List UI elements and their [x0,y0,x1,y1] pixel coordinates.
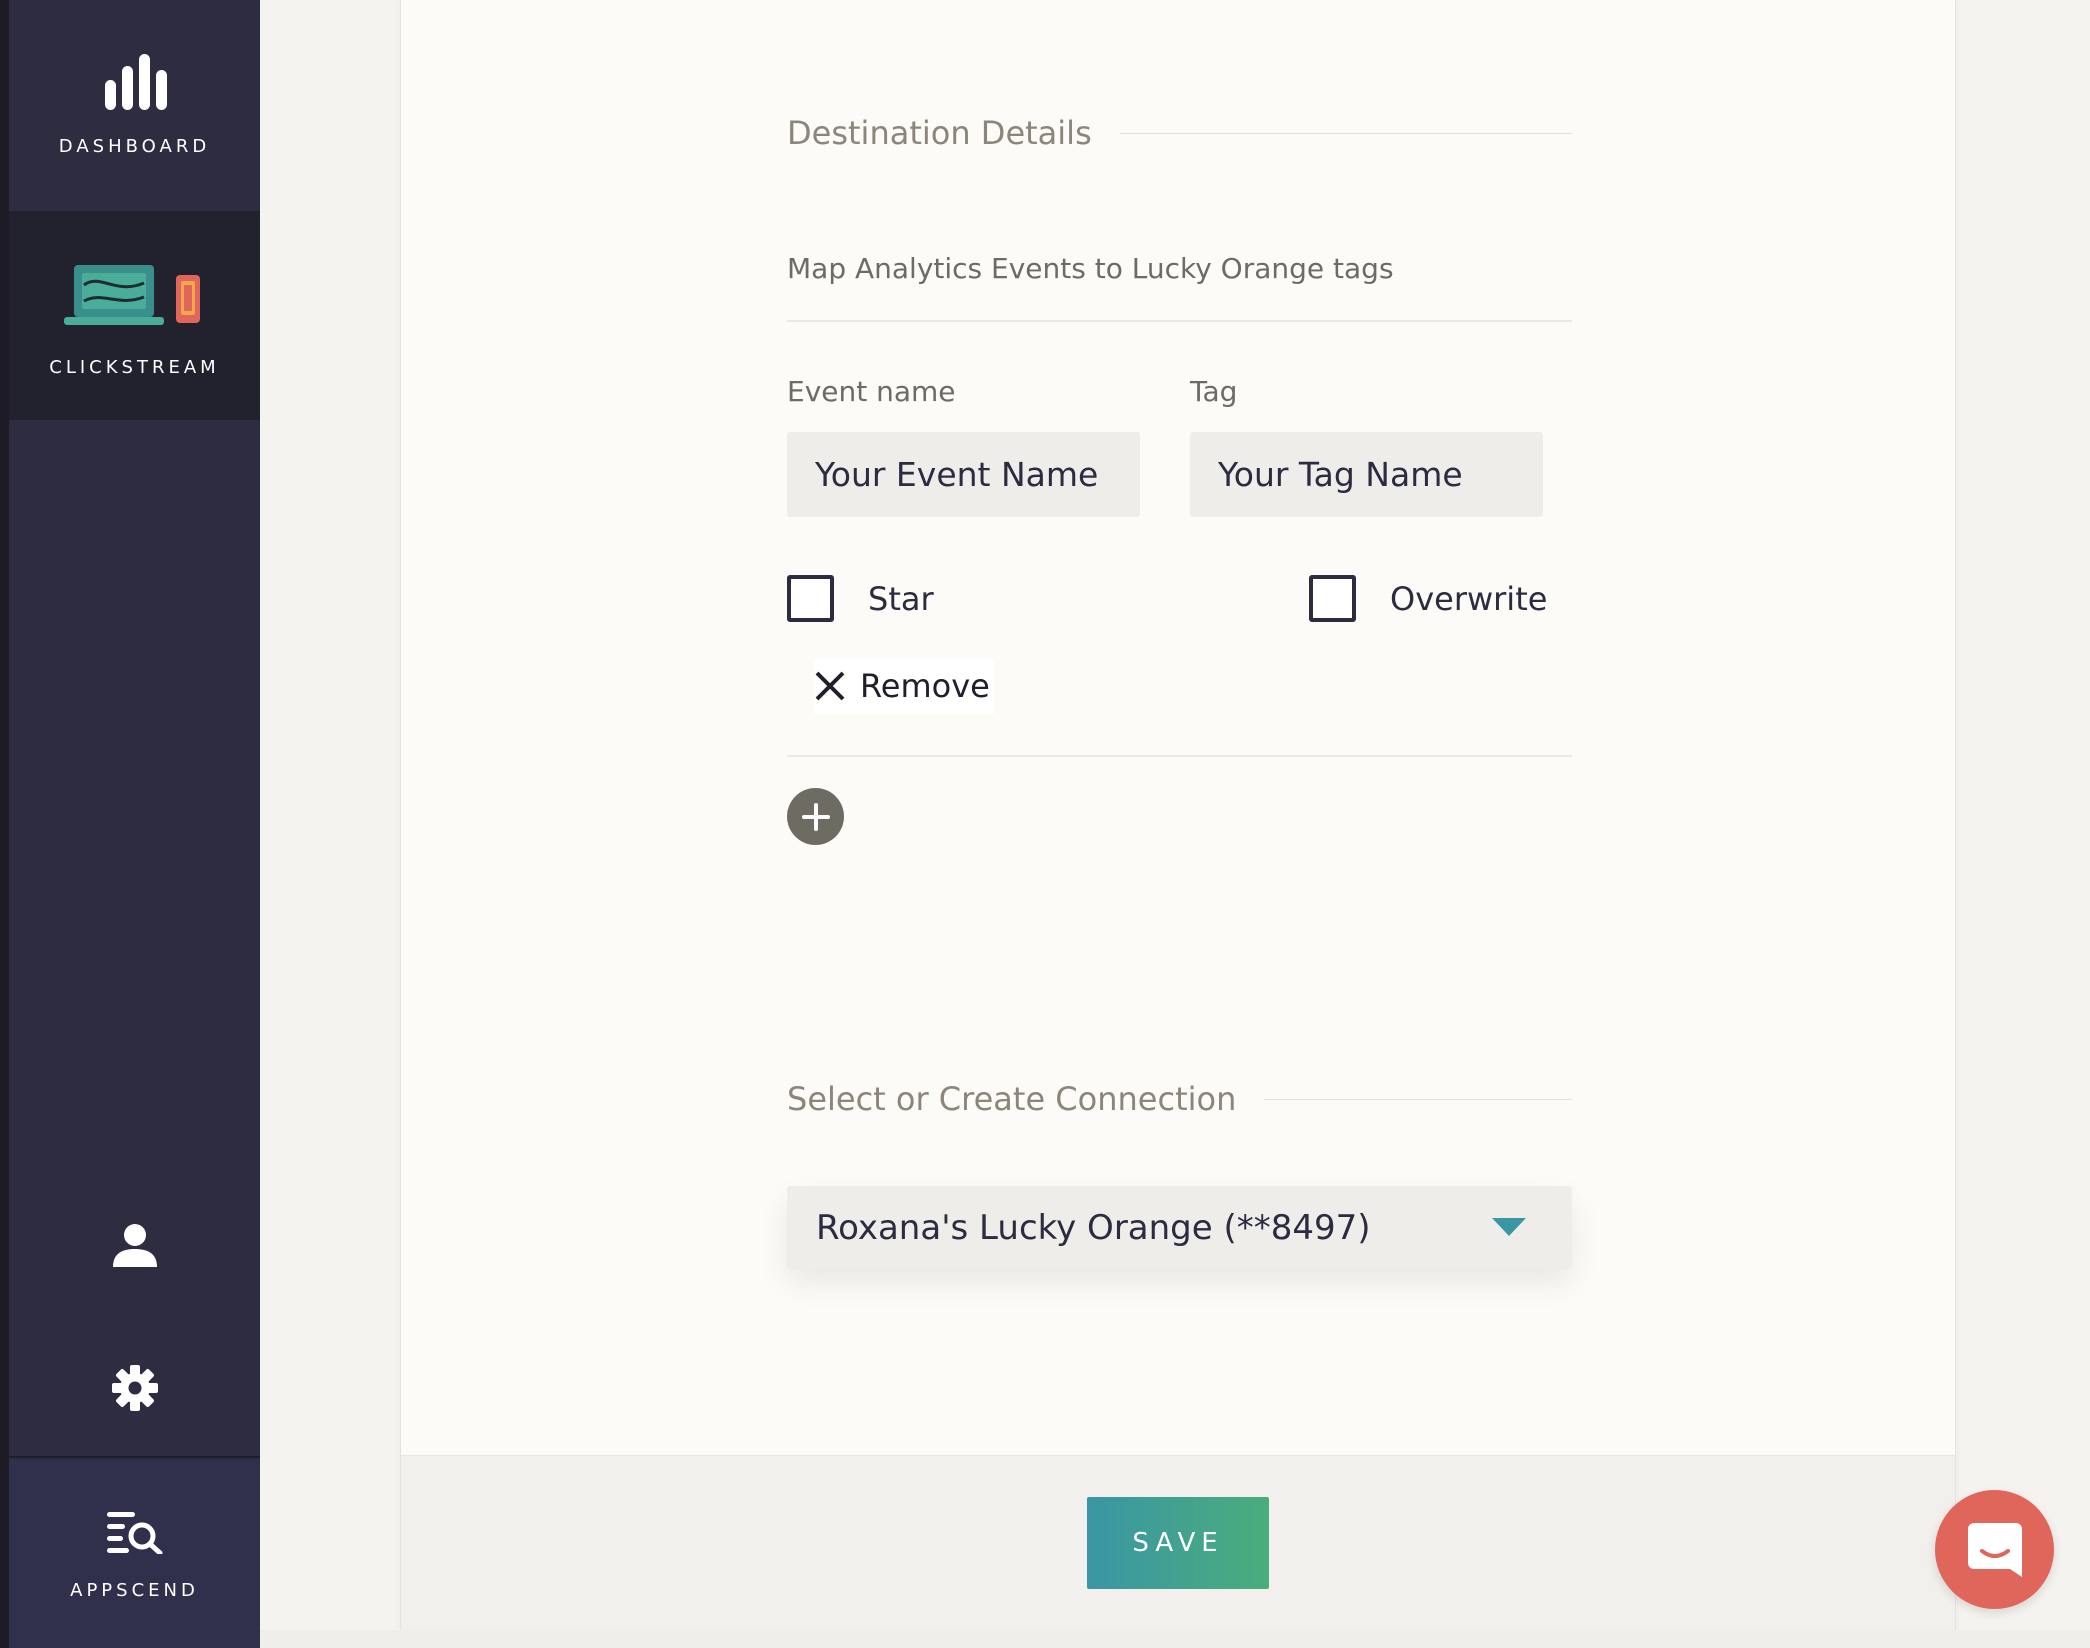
star-checkbox-box[interactable] [787,575,834,622]
search-list-icon [106,1512,162,1554]
sidebar: DASHBOARD CLICKSTREAM APPSCEND [0,0,260,1648]
bars-chart-icon [104,54,167,110]
sidebar-item-appscend[interactable]: APPSCEND [9,1460,260,1648]
chat-launcher-button[interactable] [1935,1490,2054,1609]
connection-header: Select or Create Connection [787,1080,1572,1118]
sidebar-divider [9,1456,260,1458]
destination-card: Destination Details Map Analytics Events… [400,0,1956,1630]
plus-icon [801,802,830,831]
remove-label: Remove [860,667,990,705]
section-divider [1119,132,1572,134]
sidebar-label-dashboard: DASHBOARD [58,136,211,157]
event-name-input[interactable] [787,432,1140,517]
sidebar-item-account[interactable] [9,1205,260,1285]
mapping-subtitle: Map Analytics Events to Lucky Orange tag… [787,252,1394,285]
overwrite-checkbox[interactable]: Overwrite [1309,575,1547,622]
user-icon [112,1224,157,1267]
laptop-phone-icon [63,265,200,325]
add-mapping-button[interactable] [787,788,844,845]
mapping-divider [787,755,1572,757]
tag-input[interactable] [1190,432,1543,517]
remove-mapping-button[interactable]: Remove [814,658,994,714]
destination-details-title: Destination Details [787,114,1092,152]
save-button[interactable]: SAVE [1087,1497,1269,1589]
close-icon [815,671,845,701]
star-checkbox-label: Star [868,579,934,618]
event-name-label: Event name [787,375,956,408]
destination-details-header: Destination Details [787,114,1572,152]
sidebar-item-clickstream[interactable]: CLICKSTREAM [9,211,260,420]
overwrite-checkbox-label: Overwrite [1390,579,1548,618]
section-divider [1264,1098,1572,1100]
overwrite-checkbox-box[interactable] [1309,575,1356,622]
sidebar-item-dashboard[interactable]: DASHBOARD [9,0,260,211]
star-checkbox[interactable]: Star [787,575,934,622]
sidebar-item-settings[interactable] [9,1345,260,1425]
connection-title: Select or Create Connection [787,1080,1237,1118]
sidebar-label-clickstream: CLICKSTREAM [49,357,220,378]
connection-select[interactable]: Roxana's Lucky Orange (**8497) [787,1186,1572,1269]
sidebar-label-appscend: APPSCEND [70,1580,199,1601]
connection-selected-value: Roxana's Lucky Orange (**8497) [816,1207,1371,1248]
page-bottom-strip [260,1630,2090,1648]
chevron-down-icon [1492,1218,1526,1236]
chat-icon [1967,1522,2022,1577]
tag-label: Tag [1190,375,1238,408]
subtitle-divider [787,320,1572,322]
card-footer: SAVE [401,1455,1955,1630]
gear-icon [111,1365,158,1411]
